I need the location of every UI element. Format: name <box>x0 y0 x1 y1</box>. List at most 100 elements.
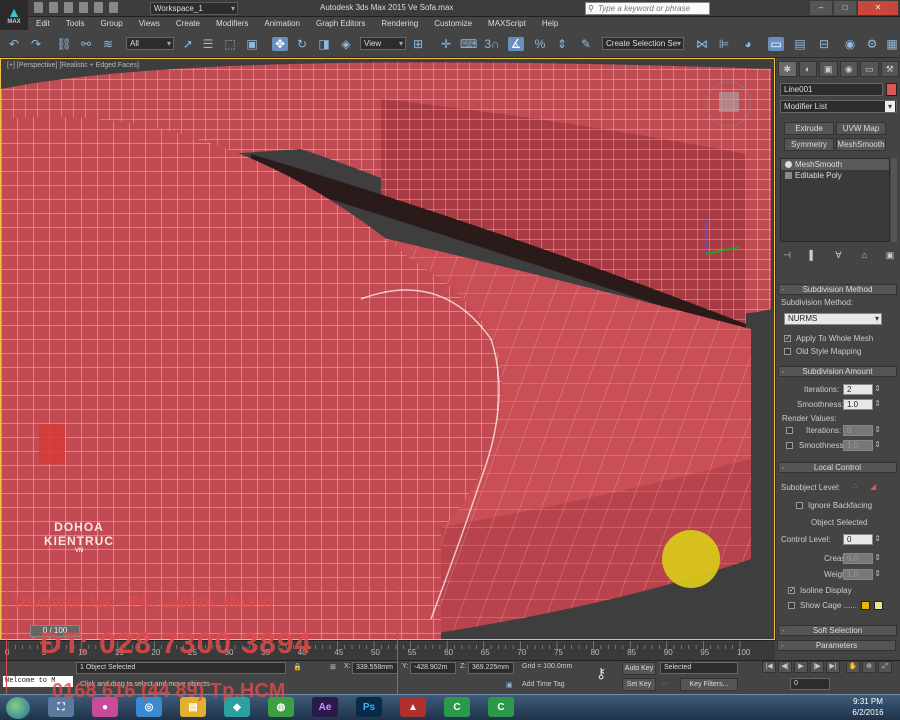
select-and-move-icon[interactable]: ✥ <box>272 37 288 51</box>
modify-tab-icon[interactable]: ◐ <box>798 61 817 77</box>
undo-icon[interactable]: ↶ <box>6 37 22 51</box>
ignore-backfacing-checkbox[interactable] <box>796 502 803 509</box>
render-smoothness-checkbox[interactable] <box>786 442 793 449</box>
angle-snap-icon[interactable]: ∡ <box>508 37 524 51</box>
previous-frame-icon[interactable]: ◀| <box>778 661 792 673</box>
edge-level-icon[interactable]: ◢ <box>870 482 876 491</box>
maximize-viewport-icon[interactable]: ⤢ <box>878 661 892 673</box>
spinner-snap-icon[interactable]: ⇕ <box>554 37 570 51</box>
new-file-icon[interactable] <box>34 2 43 13</box>
bind-space-warp-icon[interactable]: ≋ <box>100 37 116 51</box>
snaps-toggle-icon[interactable]: 3∩ <box>484 37 500 51</box>
render-iterations-spinner[interactable]: 0 <box>843 425 881 436</box>
cage-color-swatch[interactable] <box>861 601 870 610</box>
mirror-icon[interactable]: ⋈ <box>694 37 710 51</box>
iterations-spinner[interactable]: 2 <box>843 384 881 395</box>
key-filters-button[interactable]: Key Filters... <box>680 678 738 691</box>
next-frame-icon[interactable]: |▶ <box>810 661 824 673</box>
motion-tab-icon[interactable]: ◉ <box>839 61 858 77</box>
window-crossing-icon[interactable]: ▣ <box>244 37 260 51</box>
display-tab-icon[interactable]: ▭ <box>860 61 879 77</box>
render-iterations-checkbox[interactable] <box>786 427 793 434</box>
viewport-label[interactable]: [+] [Perspective] [Realistic + Edged Fac… <box>7 62 139 69</box>
select-and-scale-icon[interactable]: ◨ <box>316 37 332 51</box>
rollout-parameters[interactable]: Parameters <box>777 640 896 651</box>
set-key-button[interactable]: Set Key <box>622 678 656 691</box>
stack-item-editable-poly[interactable]: Editable Poly <box>781 170 889 181</box>
show-end-result-icon[interactable]: ▌ <box>806 249 820 262</box>
named-selection-dropdown[interactable]: Create Selection Se <box>602 37 684 50</box>
rollout-subdivision-method[interactable]: Subdivision Method <box>778 284 897 295</box>
create-tab-icon[interactable]: ✱ <box>778 61 797 77</box>
percent-snap-icon[interactable]: % <box>532 37 548 51</box>
unlink-icon[interactable]: ⚯ <box>78 37 94 51</box>
project-folder-icon[interactable] <box>109 2 118 13</box>
redo-icon[interactable] <box>94 2 103 13</box>
auto-key-button[interactable]: Auto Key <box>622 662 656 675</box>
show-cage-checkbox[interactable] <box>788 602 795 609</box>
make-unique-icon[interactable]: ∀ <box>832 249 846 262</box>
system-clock[interactable]: 9:31 PM 6/2/2016 <box>843 696 893 718</box>
link-icon[interactable]: ⛓ <box>56 37 72 51</box>
z-coordinate-field[interactable]: 369.225mm <box>468 662 514 674</box>
edit-named-selection-icon[interactable]: ✎ <box>578 37 594 51</box>
curve-editor-icon[interactable]: ▤ <box>792 37 808 51</box>
render-smoothness-spinner[interactable]: 1.0 <box>843 440 881 451</box>
menu-group[interactable]: Group <box>92 17 130 30</box>
start-button[interactable] <box>6 697 30 719</box>
camtasia-app-1[interactable]: C <box>444 697 470 717</box>
workspace-dropdown[interactable]: Workspace_1 <box>150 2 238 15</box>
photoshop-app[interactable]: Ps <box>356 697 382 717</box>
rollout-soft-selection[interactable]: Soft Selection <box>778 625 897 636</box>
key-mode-dropdown[interactable]: Selected <box>660 662 738 674</box>
search-input[interactable]: Type a keyword or phrase <box>585 2 710 15</box>
pan-view-icon[interactable]: ✋ <box>846 661 860 673</box>
save-file-icon[interactable] <box>64 2 73 13</box>
reference-coordinate-dropdown[interactable]: View <box>360 37 406 50</box>
menu-animation[interactable]: Animation <box>256 17 308 30</box>
camtasia-app-2[interactable]: C <box>488 697 514 717</box>
extrude-button[interactable]: Extrude <box>784 122 834 135</box>
app-logo[interactable]: ▲ MAX <box>0 0 28 30</box>
open-file-icon[interactable] <box>49 2 58 13</box>
minimize-button[interactable]: – <box>810 1 832 15</box>
maximize-button[interactable]: □ <box>834 1 856 15</box>
close-button[interactable]: ✕ <box>858 1 898 15</box>
manipulate-icon[interactable]: ✛ <box>438 37 454 51</box>
rollout-subdivision-amount[interactable]: Subdivision Amount <box>778 366 897 377</box>
menu-help[interactable]: Help <box>534 17 566 30</box>
stack-item-meshsmooth[interactable]: MeshSmooth <box>781 159 889 170</box>
uvw-map-button[interactable]: UVW Map <box>836 122 886 135</box>
crease-spinner[interactable]: 0.0 <box>843 553 881 564</box>
modifier-list-dropdown[interactable]: Modifier List <box>780 100 897 113</box>
rollout-local-control[interactable]: Local Control <box>778 462 897 473</box>
subdivision-method-dropdown[interactable]: NURMS <box>784 313 882 325</box>
pivot-center-icon[interactable]: ⊞ <box>410 37 426 51</box>
menu-customize[interactable]: Customize <box>426 17 480 30</box>
isoline-display-checkbox[interactable]: ✓ <box>788 587 795 594</box>
menu-modifiers[interactable]: Modifiers <box>208 17 256 30</box>
select-by-name-icon[interactable]: ☰ <box>200 37 216 51</box>
weight-spinner[interactable]: 1.0 <box>843 569 881 580</box>
cage-selected-color-swatch[interactable] <box>874 601 883 610</box>
go-to-start-icon[interactable]: |◀ <box>762 661 776 673</box>
menu-graph-editors[interactable]: Graph Editors <box>308 17 373 30</box>
rectangular-selection-icon[interactable]: ⬚ <box>222 37 238 51</box>
select-object-icon[interactable]: ➚ <box>180 37 196 51</box>
menu-edit[interactable]: Edit <box>28 17 58 30</box>
smoothness-spinner[interactable]: 1.0 <box>843 399 881 410</box>
menu-maxscript[interactable]: MAXScript <box>480 17 534 30</box>
utilities-tab-icon[interactable]: ⚒ <box>880 61 899 77</box>
menu-rendering[interactable]: Rendering <box>373 17 426 30</box>
align-icon[interactable]: ⊫ <box>716 37 732 51</box>
render-frame-icon[interactable]: ▦ <box>884 37 900 51</box>
configure-sets-icon[interactable]: ▣ <box>883 249 897 262</box>
lightbulb-icon[interactable] <box>785 161 792 168</box>
remove-modifier-icon[interactable]: ⌂ <box>857 249 871 262</box>
key-icon[interactable]: ⚷ <box>596 665 606 682</box>
keyboard-shortcut-icon[interactable]: ⌨ <box>460 37 477 51</box>
placement-icon[interactable]: ◈ <box>338 37 354 51</box>
undo-icon[interactable] <box>79 2 88 13</box>
old-style-mapping-checkbox[interactable] <box>784 348 791 355</box>
add-time-tag-button[interactable]: Add Time Tag <box>522 681 565 688</box>
